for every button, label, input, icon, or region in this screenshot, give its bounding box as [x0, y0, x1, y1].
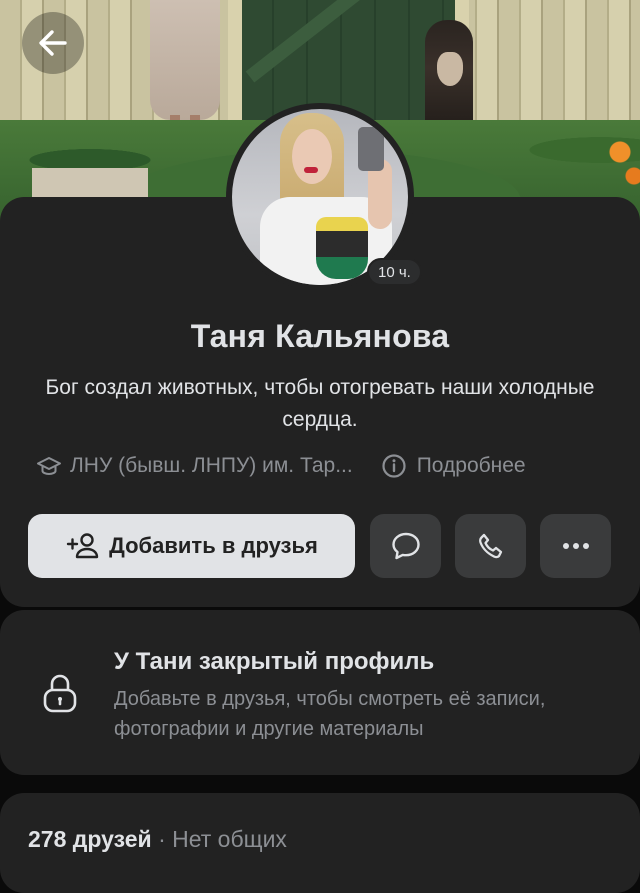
closed-profile-description: Добавьте в друзья, чтобы смотреть её зап…: [114, 688, 546, 740]
profile-status: Бог создал животных, чтобы отогревать на…: [45, 376, 595, 431]
avatar-phone: [358, 127, 384, 171]
avatar-lips: [304, 167, 318, 173]
profile-name: Таня Кальянова: [190, 318, 450, 354]
add-user-icon: [66, 533, 99, 559]
story-time-badge: 10 ч.: [367, 258, 422, 286]
call-button[interactable]: [455, 514, 526, 578]
friends-count: 278 друзей: [28, 826, 152, 852]
cover-planter: [32, 168, 148, 198]
arrow-left-icon: [39, 30, 67, 56]
message-bubble-icon: [391, 532, 420, 560]
more-dots-icon: [562, 543, 589, 549]
lock-icon: [43, 674, 77, 713]
info-row: ЛНУ (бывш. ЛНПУ) им. Тар... Подробнее: [36, 452, 616, 480]
graduation-cap-icon: [37, 457, 61, 476]
cover-dog-face: [437, 52, 463, 86]
education-item[interactable]: ЛНУ (бывш. ЛНПУ) им. Тар...: [36, 454, 353, 478]
back-button[interactable]: [22, 12, 84, 74]
cover-fence-right: [455, 0, 640, 140]
closed-profile-title: У Тани закрытый профиль: [114, 648, 435, 675]
avatar-face: [292, 129, 332, 184]
friends-row[interactable]: 278 друзей · Нет общих: [28, 826, 287, 853]
details-link[interactable]: Подробнее: [381, 453, 526, 479]
education-label: ЛНУ (бывш. ЛНПУ) им. Тар...: [70, 454, 353, 477]
add-friend-button[interactable]: Добавить в друзья: [28, 514, 355, 578]
friends-separator: ·: [158, 826, 166, 852]
message-button[interactable]: [370, 514, 441, 578]
more-button[interactable]: [540, 514, 611, 578]
avatar-shirt-print: [316, 217, 368, 279]
cover-person: [150, 0, 220, 120]
add-friend-label: Добавить в друзья: [109, 533, 318, 558]
info-icon: [382, 454, 406, 478]
common-friends: Нет общих: [172, 826, 287, 852]
phone-icon: [478, 533, 502, 559]
details-label: Подробнее: [416, 454, 526, 477]
cover-flowers: [600, 140, 640, 190]
